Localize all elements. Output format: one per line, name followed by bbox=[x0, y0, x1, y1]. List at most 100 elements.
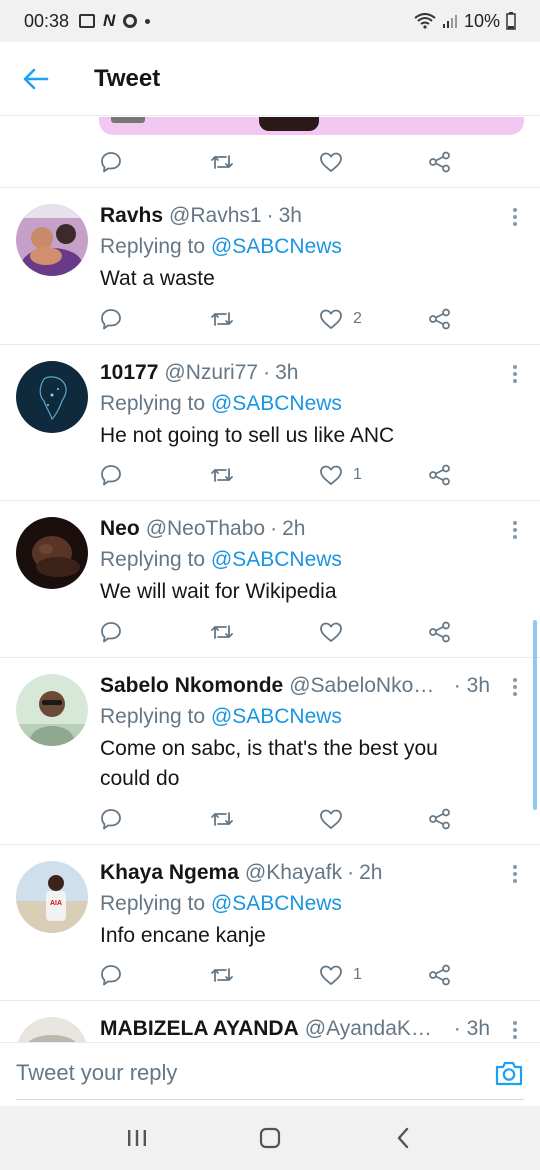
avatar[interactable] bbox=[16, 361, 88, 433]
more-icon bbox=[512, 208, 518, 226]
camera-icon bbox=[495, 1061, 523, 1086]
user-handle[interactable]: @AyandaK… bbox=[305, 1015, 432, 1042]
retweet-button[interactable] bbox=[209, 960, 235, 990]
gif-badge bbox=[111, 117, 145, 123]
dot-notification-icon bbox=[145, 18, 151, 24]
share-button[interactable] bbox=[428, 960, 452, 990]
reply-tweet[interactable]: Sabelo Nkomonde @SabeloNko… · 3h Replyin… bbox=[0, 658, 540, 845]
reply-tweet[interactable]: AIA Khaya Ngema @Khayafk · 2h Replying t… bbox=[0, 845, 540, 1001]
replying-to-mention[interactable]: @SABCNews bbox=[211, 705, 342, 728]
reply-tweet[interactable]: Ravhs @Ravhs1 · 3h Replying to @SABCNews… bbox=[0, 188, 540, 345]
replying-to-prefix: Replying to bbox=[100, 392, 206, 415]
reply-button[interactable] bbox=[100, 304, 122, 334]
avatar[interactable] bbox=[16, 1017, 88, 1042]
user-handle[interactable]: @Khayafk bbox=[245, 859, 342, 887]
status-time: 00:38 bbox=[24, 10, 70, 31]
home-button[interactable] bbox=[250, 1118, 290, 1158]
camera-button[interactable] bbox=[494, 1059, 524, 1087]
tweet-time-sep: · bbox=[263, 361, 271, 384]
share-button[interactable] bbox=[428, 304, 452, 334]
display-name[interactable]: 10177 bbox=[100, 359, 158, 387]
reply-composer bbox=[0, 1042, 540, 1106]
reply-feed[interactable]: Ravhs @Ravhs1 · 3h Replying to @SABCNews… bbox=[0, 117, 540, 1042]
reply-tweet[interactable]: MABIZELA AYANDA @AyandaK… · 3h bbox=[0, 1001, 540, 1042]
replying-to: Replying to @SABCNews bbox=[100, 889, 524, 919]
like-button[interactable] bbox=[319, 617, 343, 647]
user-handle[interactable]: @Ravhs1 bbox=[169, 202, 262, 230]
more-button[interactable] bbox=[512, 1021, 518, 1041]
display-name[interactable]: MABIZELA AYANDA bbox=[100, 1015, 299, 1042]
avatar[interactable] bbox=[16, 674, 88, 746]
share-icon bbox=[429, 464, 450, 486]
share-button[interactable] bbox=[428, 460, 452, 490]
more-icon bbox=[512, 1021, 518, 1039]
more-button[interactable] bbox=[512, 365, 518, 385]
reply-button[interactable] bbox=[100, 960, 122, 990]
tweet-text-line: Wat a waste bbox=[100, 267, 215, 290]
more-button[interactable] bbox=[512, 521, 518, 541]
reply-button[interactable] bbox=[100, 617, 122, 647]
more-button[interactable] bbox=[512, 208, 518, 228]
tweet-time: 3h bbox=[275, 361, 299, 384]
retweet-icon bbox=[211, 968, 233, 982]
reply-icon bbox=[101, 309, 121, 330]
previous-tweet[interactable] bbox=[0, 117, 540, 188]
reply-tweet[interactable]: Neo @NeoThabo · 2h Replying to @SABCNews… bbox=[0, 501, 540, 658]
retweet-icon bbox=[211, 812, 233, 826]
like-button[interactable]: 1 bbox=[319, 960, 362, 990]
tweet-time-sep: · bbox=[453, 674, 461, 697]
tweet-media[interactable] bbox=[99, 117, 524, 135]
user-handle[interactable]: @NeoThabo bbox=[146, 515, 265, 543]
display-name[interactable]: Sabelo Nkomonde bbox=[100, 672, 283, 700]
retweet-button[interactable] bbox=[209, 147, 235, 177]
heart-icon bbox=[320, 309, 342, 329]
scrollbar[interactable] bbox=[533, 620, 537, 810]
display-name[interactable]: Ravhs bbox=[100, 202, 163, 230]
reply-tweet[interactable]: 10177 @Nzuri77 · 3h Replying to @SABCNew… bbox=[0, 345, 540, 501]
like-button[interactable] bbox=[319, 147, 343, 177]
recent-apps-button[interactable] bbox=[117, 1118, 157, 1158]
tweet-actions bbox=[100, 617, 460, 647]
user-handle[interactable]: @SabeloNko… bbox=[289, 672, 434, 700]
more-button[interactable] bbox=[512, 678, 518, 698]
retweet-button[interactable] bbox=[209, 804, 235, 834]
tweet-text-line: could do bbox=[100, 767, 180, 790]
back-button[interactable] bbox=[0, 42, 72, 116]
signal-icon bbox=[442, 15, 457, 28]
reply-icon bbox=[101, 809, 121, 830]
replying-to-mention[interactable]: @SABCNews bbox=[211, 892, 342, 915]
avatar[interactable] bbox=[16, 204, 88, 276]
battery-percent: 10% bbox=[463, 10, 500, 31]
display-name[interactable]: Neo bbox=[100, 515, 140, 543]
reply-button[interactable] bbox=[100, 460, 122, 490]
display-name[interactable]: Khaya Ngema bbox=[100, 859, 239, 887]
tweet-text: Wat a waste bbox=[100, 264, 524, 294]
share-icon bbox=[429, 151, 450, 173]
back-nav-button[interactable] bbox=[383, 1118, 423, 1158]
heart-icon bbox=[320, 152, 342, 172]
share-button[interactable] bbox=[428, 617, 452, 647]
like-button[interactable]: 1 bbox=[319, 460, 362, 490]
share-button[interactable] bbox=[428, 804, 452, 834]
tweet-time: 2h bbox=[282, 517, 306, 540]
app-header: Tweet bbox=[0, 42, 540, 116]
reply-button[interactable] bbox=[100, 147, 122, 177]
reply-input[interactable] bbox=[16, 1053, 466, 1093]
reply-button[interactable] bbox=[100, 804, 122, 834]
share-button[interactable] bbox=[428, 147, 452, 177]
like-button[interactable] bbox=[319, 804, 343, 834]
retweet-button[interactable] bbox=[209, 617, 235, 647]
more-button[interactable] bbox=[512, 865, 518, 885]
retweet-button[interactable] bbox=[209, 460, 235, 490]
like-button[interactable]: 2 bbox=[319, 304, 362, 334]
tweet-text-line: Come on sabc, is that's the best you bbox=[100, 737, 438, 760]
replying-to-mention[interactable]: @SABCNews bbox=[211, 235, 342, 258]
replying-to-mention[interactable]: @SABCNews bbox=[211, 392, 342, 415]
retweet-button[interactable] bbox=[209, 304, 235, 334]
replying-to-mention[interactable]: @SABCNews bbox=[211, 548, 342, 571]
more-icon bbox=[512, 521, 518, 539]
avatar[interactable]: AIA bbox=[16, 861, 88, 933]
user-handle[interactable]: @Nzuri77 bbox=[164, 359, 258, 387]
avatar[interactable] bbox=[16, 517, 88, 589]
tweet-actions: 2 bbox=[100, 304, 460, 334]
